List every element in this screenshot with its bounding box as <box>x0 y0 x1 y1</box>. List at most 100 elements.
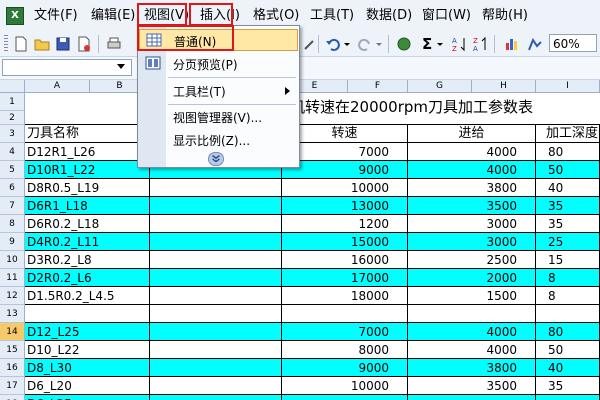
table-cell[interactable]: 3800 <box>408 359 536 377</box>
table-cell[interactable]: 2000 <box>408 269 536 287</box>
table-cell[interactable]: 50 <box>536 341 600 359</box>
table-cell[interactable]: 3800 <box>408 179 536 197</box>
row-header[interactable]: 9 <box>0 233 25 251</box>
row-header[interactable]: 4 <box>0 143 25 161</box>
table-cell[interactable]: 50 <box>536 161 600 179</box>
table-cell[interactable] <box>150 305 282 323</box>
table-cell[interactable]: 16000 <box>282 251 408 269</box>
table-cell[interactable] <box>536 93 600 111</box>
row-header[interactable]: 3 <box>0 125 25 143</box>
permission-icon[interactable] <box>75 35 93 53</box>
sort-descending-icon[interactable]: ZA <box>472 35 490 53</box>
table-cell[interactable] <box>408 395 536 400</box>
table-cell[interactable] <box>536 395 600 400</box>
column-header-a[interactable]: A <box>25 80 90 93</box>
menu-tools[interactable]: 工具(T) <box>310 7 354 25</box>
table-cell[interactable]: 加工深度 <box>536 125 600 143</box>
table-cell[interactable] <box>150 287 282 305</box>
table-cell[interactable]: 7000 <box>282 323 408 341</box>
table-cell[interactable]: 刀具名称 <box>25 125 150 143</box>
row-header[interactable]: 2 <box>0 111 25 125</box>
row-header[interactable]: 16 <box>0 359 25 377</box>
column-header-i[interactable]: I <box>536 80 600 93</box>
name-box[interactable] <box>2 59 132 76</box>
table-cell[interactable]: 40 <box>536 179 600 197</box>
redo-icon[interactable] <box>356 35 374 53</box>
autosum-dropdown-icon[interactable] <box>436 35 444 53</box>
row-header[interactable]: 5 <box>0 161 25 179</box>
table-cell[interactable] <box>150 377 282 395</box>
table-cell[interactable] <box>150 341 282 359</box>
menu-item-toolbars[interactable]: 工具栏(T) <box>139 80 298 102</box>
save-icon[interactable] <box>54 35 72 53</box>
menu-file[interactable]: 文件(F) <box>34 7 78 25</box>
table-cell[interactable]: D6_L25 <box>25 395 150 400</box>
table-cell[interactable]: 10000 <box>282 377 408 395</box>
table-cell[interactable] <box>150 359 282 377</box>
menu-edit[interactable]: 编辑(E) <box>91 7 135 25</box>
menu-item-zoom[interactable]: 显示比例(Z)... <box>139 129 298 151</box>
table-cell[interactable]: 10000 <box>282 179 408 197</box>
table-cell[interactable] <box>408 305 536 323</box>
table-cell[interactable]: 1500 <box>408 287 536 305</box>
row-header[interactable]: 6 <box>0 179 25 197</box>
table-cell[interactable]: 9000 <box>282 161 408 179</box>
redo-dropdown-icon[interactable] <box>375 35 383 53</box>
table-cell[interactable] <box>150 179 282 197</box>
chevron-double-down-icon[interactable] <box>208 152 224 166</box>
table-cell[interactable]: D3R0.2_L8 <box>25 251 150 269</box>
row-header[interactable]: 8 <box>0 215 25 233</box>
table-cell[interactable] <box>25 93 150 111</box>
menu-item-page-break-preview[interactable]: 分页预览(P) <box>139 53 298 75</box>
table-cell[interactable]: 8 <box>536 287 600 305</box>
table-cell[interactable]: 17000 <box>282 269 408 287</box>
table-cell[interactable]: D2R0.2_L6 <box>25 269 150 287</box>
table-cell[interactable]: 2500 <box>408 251 536 269</box>
row-header[interactable]: 15 <box>0 341 25 359</box>
print-icon[interactable] <box>105 35 123 53</box>
table-cell[interactable]: D8R0.5_L19 <box>25 179 150 197</box>
table-cell[interactable]: 80 <box>536 143 600 161</box>
table-cell[interactable]: 80 <box>536 323 600 341</box>
table-cell[interactable]: 18000 <box>282 287 408 305</box>
row-header[interactable]: 18 <box>0 395 25 400</box>
name-box-dropdown-icon[interactable] <box>117 64 125 69</box>
undo-dropdown-icon[interactable] <box>343 35 351 53</box>
table-cell[interactable]: 1200 <box>282 215 408 233</box>
row-header[interactable]: 13 <box>0 305 25 323</box>
table-cell[interactable] <box>282 305 408 323</box>
zoom-combobox[interactable]: 60% <box>549 34 597 52</box>
table-cell[interactable]: 15 <box>536 251 600 269</box>
table-cell[interactable]: D6_L20 <box>25 377 150 395</box>
table-cell[interactable]: 4000 <box>408 143 536 161</box>
table-cell[interactable] <box>536 111 600 125</box>
table-cell[interactable]: 4000 <box>408 161 536 179</box>
table-cell[interactable]: 35 <box>536 197 600 215</box>
table-cell[interactable] <box>150 323 282 341</box>
column-header-g[interactable]: G <box>408 80 472 93</box>
table-cell[interactable]: 3500 <box>408 197 536 215</box>
menu-data[interactable]: 数据(D) <box>366 7 412 25</box>
sheet-title[interactable]: 机转速在20000rpm刀具加工参数表 <box>290 96 533 117</box>
row-header[interactable]: 11 <box>0 269 25 287</box>
table-cell[interactable] <box>150 233 282 251</box>
undo-icon[interactable] <box>324 35 342 53</box>
row-header[interactable]: 14 <box>0 323 25 341</box>
menu-format[interactable]: 格式(O) <box>253 7 299 25</box>
row-header[interactable]: 1 <box>0 93 25 111</box>
table-cell[interactable]: D4R0.2_L11 <box>25 233 150 251</box>
table-cell[interactable]: 13000 <box>282 197 408 215</box>
table-cell[interactable] <box>536 305 600 323</box>
menu-help[interactable]: 帮助(H) <box>482 7 528 25</box>
menu-item-view-manager[interactable]: 视图管理器(V)... <box>139 106 298 128</box>
row-header[interactable]: 17 <box>0 377 25 395</box>
table-cell[interactable]: 8 <box>536 269 600 287</box>
table-cell[interactable]: 35 <box>536 377 600 395</box>
new-document-icon[interactable] <box>12 35 30 53</box>
table-cell[interactable]: 转速 <box>282 125 408 143</box>
table-cell[interactable]: D1.5R0.2_L4.5 <box>25 287 150 305</box>
table-cell[interactable] <box>150 197 282 215</box>
table-cell[interactable]: D12_L25 <box>25 323 150 341</box>
table-cell[interactable] <box>150 251 282 269</box>
table-cell[interactable]: D8_L30 <box>25 359 150 377</box>
